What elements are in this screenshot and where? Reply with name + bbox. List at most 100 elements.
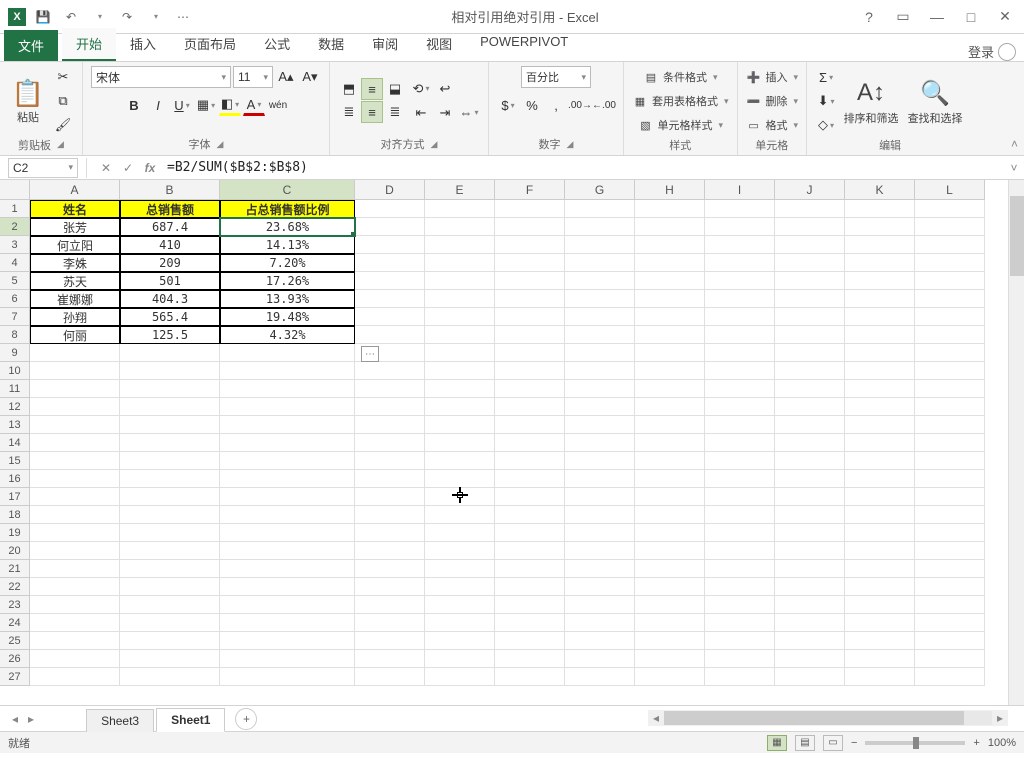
- cell-H13[interactable]: [635, 416, 705, 434]
- cell-K19[interactable]: [845, 524, 915, 542]
- redo-dropdown[interactable]: [144, 6, 166, 28]
- cell-D2[interactable]: [355, 218, 425, 236]
- cell-B14[interactable]: [120, 434, 220, 452]
- sheet-nav-first-icon[interactable]: ◂: [8, 712, 22, 726]
- cell-E26[interactable]: [425, 650, 495, 668]
- cell-K12[interactable]: [845, 398, 915, 416]
- cell-B26[interactable]: [120, 650, 220, 668]
- row-header-1[interactable]: 1: [0, 200, 30, 218]
- cell-H9[interactable]: [635, 344, 705, 362]
- cell-B8[interactable]: 125.5: [120, 326, 220, 344]
- row-header-25[interactable]: 25: [0, 632, 30, 650]
- cell-G27[interactable]: [565, 668, 635, 686]
- cell-G17[interactable]: [565, 488, 635, 506]
- cell-J19[interactable]: [775, 524, 845, 542]
- cut-icon[interactable]: ✂: [52, 66, 74, 88]
- cell-A6[interactable]: 崔娜娜: [30, 290, 120, 308]
- fx-icon[interactable]: fx: [139, 161, 161, 175]
- cell-H4[interactable]: [635, 254, 705, 272]
- cell-K10[interactable]: [845, 362, 915, 380]
- fill-down-icon[interactable]: ⬇: [815, 90, 837, 112]
- cell-F2[interactable]: [495, 218, 565, 236]
- cell-B4[interactable]: 209: [120, 254, 220, 272]
- cell-I12[interactable]: [705, 398, 775, 416]
- ribbon-tab-公式[interactable]: 公式: [250, 28, 304, 61]
- cell-C20[interactable]: [220, 542, 355, 560]
- cell-E10[interactable]: [425, 362, 495, 380]
- cell-A1[interactable]: 姓名: [30, 200, 120, 218]
- close-icon[interactable]: ✕: [992, 6, 1018, 28]
- cell-L21[interactable]: [915, 560, 985, 578]
- cell-L12[interactable]: [915, 398, 985, 416]
- cell-G24[interactable]: [565, 614, 635, 632]
- clear-icon[interactable]: ◇: [815, 114, 837, 136]
- cell-B19[interactable]: [120, 524, 220, 542]
- ribbon-tab-数据[interactable]: 数据: [304, 28, 358, 61]
- cell-B24[interactable]: [120, 614, 220, 632]
- align-middle-icon[interactable]: ≡: [361, 78, 383, 100]
- cell-L14[interactable]: [915, 434, 985, 452]
- login-link[interactable]: 登录: [968, 42, 994, 61]
- cell-D24[interactable]: [355, 614, 425, 632]
- cell-J1[interactable]: [775, 200, 845, 218]
- cell-D14[interactable]: [355, 434, 425, 452]
- name-box[interactable]: C2▾: [8, 158, 78, 178]
- cell-K22[interactable]: [845, 578, 915, 596]
- cell-B15[interactable]: [120, 452, 220, 470]
- insert-cells-button[interactable]: ➕插入▾: [746, 66, 799, 88]
- cell-D17[interactable]: [355, 488, 425, 506]
- cell-H15[interactable]: [635, 452, 705, 470]
- cell-B27[interactable]: [120, 668, 220, 686]
- cell-H23[interactable]: [635, 596, 705, 614]
- cell-K16[interactable]: [845, 470, 915, 488]
- cell-E3[interactable]: [425, 236, 495, 254]
- cell-B11[interactable]: [120, 380, 220, 398]
- cell-H10[interactable]: [635, 362, 705, 380]
- cell-D26[interactable]: [355, 650, 425, 668]
- cell-A24[interactable]: [30, 614, 120, 632]
- cell-G16[interactable]: [565, 470, 635, 488]
- cell-D7[interactable]: [355, 308, 425, 326]
- cell-D16[interactable]: [355, 470, 425, 488]
- underline-button[interactable]: U: [171, 94, 193, 116]
- paste-button[interactable]: 📋 粘贴: [8, 73, 48, 129]
- column-header-I[interactable]: I: [705, 180, 775, 200]
- cell-I16[interactable]: [705, 470, 775, 488]
- cell-H8[interactable]: [635, 326, 705, 344]
- cell-J10[interactable]: [775, 362, 845, 380]
- horizontal-scrollbar[interactable]: ◂ ▸: [648, 710, 1008, 726]
- cell-B17[interactable]: [120, 488, 220, 506]
- cell-G2[interactable]: [565, 218, 635, 236]
- cell-I4[interactable]: [705, 254, 775, 272]
- normal-view-icon[interactable]: ▦: [767, 735, 787, 751]
- row-header-17[interactable]: 17: [0, 488, 30, 506]
- cell-G21[interactable]: [565, 560, 635, 578]
- row-header-23[interactable]: 23: [0, 596, 30, 614]
- sheet-nav-last-icon[interactable]: ▸: [24, 712, 38, 726]
- cell-K23[interactable]: [845, 596, 915, 614]
- help-icon[interactable]: ?: [856, 6, 882, 28]
- cell-C7[interactable]: 19.48%: [220, 308, 355, 326]
- user-avatar-icon[interactable]: [998, 43, 1016, 61]
- cell-A25[interactable]: [30, 632, 120, 650]
- cell-K11[interactable]: [845, 380, 915, 398]
- cell-K17[interactable]: [845, 488, 915, 506]
- cell-I3[interactable]: [705, 236, 775, 254]
- cell-H20[interactable]: [635, 542, 705, 560]
- cell-L6[interactable]: [915, 290, 985, 308]
- cell-C4[interactable]: 7.20%: [220, 254, 355, 272]
- ribbon-tab-开始[interactable]: 开始: [62, 28, 116, 61]
- cell-F13[interactable]: [495, 416, 565, 434]
- cell-L7[interactable]: [915, 308, 985, 326]
- cell-C12[interactable]: [220, 398, 355, 416]
- cell-E1[interactable]: [425, 200, 495, 218]
- cell-B9[interactable]: [120, 344, 220, 362]
- cell-D3[interactable]: [355, 236, 425, 254]
- cell-A27[interactable]: [30, 668, 120, 686]
- cell-F20[interactable]: [495, 542, 565, 560]
- cell-B25[interactable]: [120, 632, 220, 650]
- cell-C3[interactable]: 14.13%: [220, 236, 355, 254]
- cell-C9[interactable]: [220, 344, 355, 362]
- cell-L23[interactable]: [915, 596, 985, 614]
- cell-D4[interactable]: [355, 254, 425, 272]
